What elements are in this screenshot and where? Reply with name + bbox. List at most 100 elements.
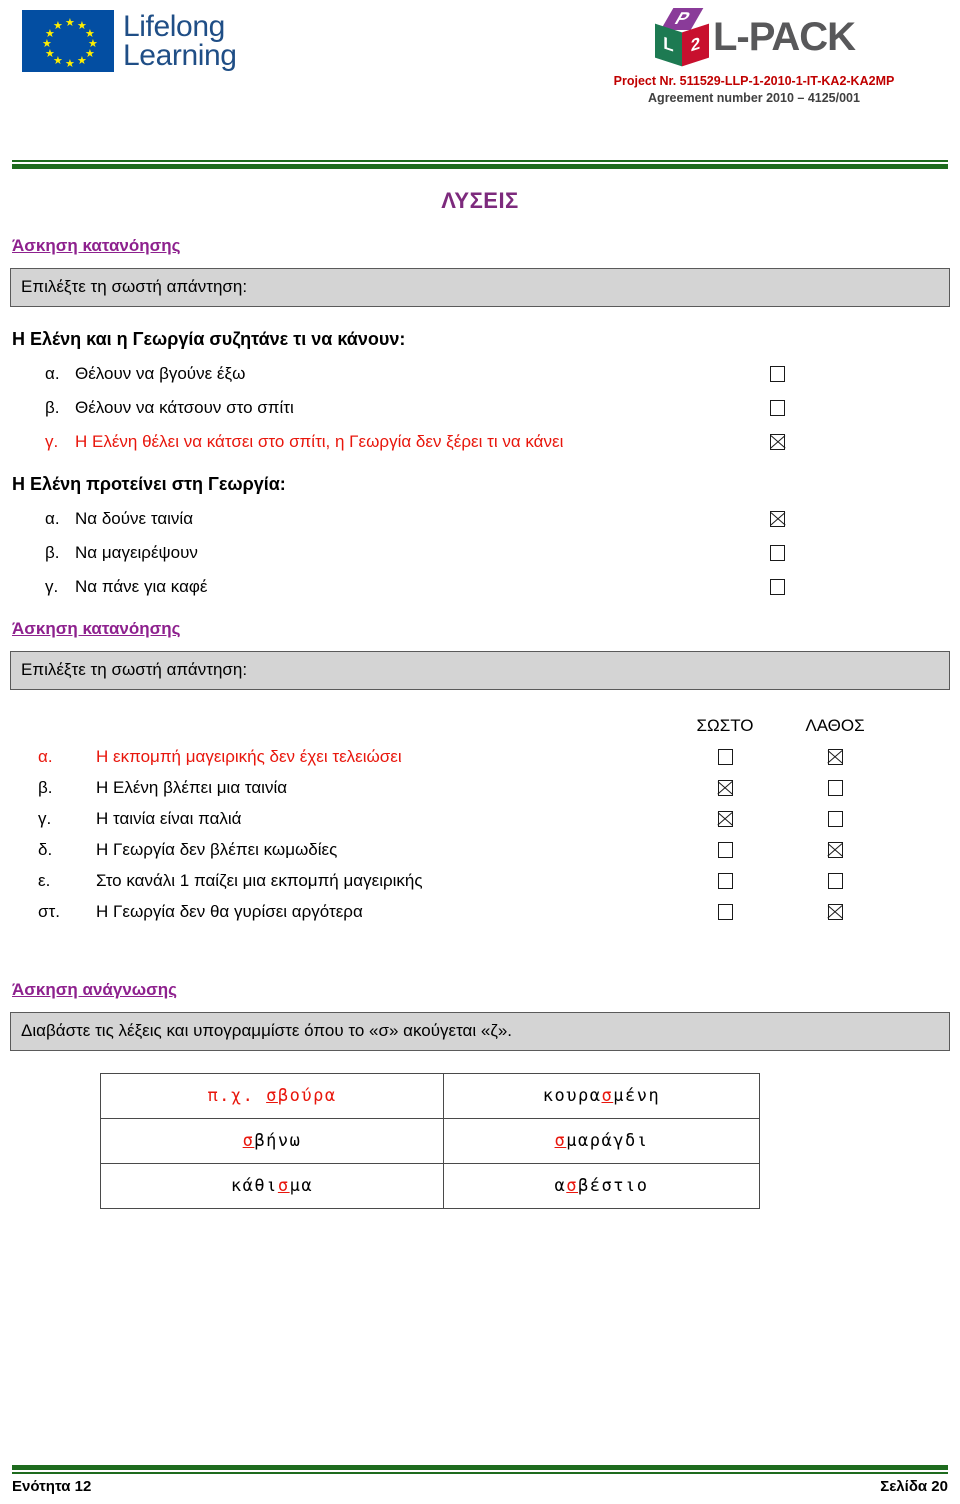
option-text: Θέλουν να κάτσουν στο σπίτι: [75, 398, 294, 417]
option-checkbox-cell[interactable]: [770, 511, 840, 527]
row-text: Η ταινία είναι παλιά: [96, 809, 242, 828]
row-text: Η Γεωργία δεν θα γυρίσει αργότερα: [96, 902, 363, 921]
option-checkbox-cell[interactable]: [770, 545, 840, 561]
table-row: π.χ. σβούρα κουρα σ μένη: [100, 1073, 760, 1119]
cube-face-left: L: [654, 23, 682, 67]
word-table: π.χ. σβούρα κουρασμένη σβήνω σμαράγδι κά…: [100, 1073, 760, 1209]
checkbox-checked-icon[interactable]: [770, 511, 785, 527]
option-checkbox-cell[interactable]: [770, 400, 840, 416]
lifelong-learning-logo: ★ ★ ★ ★ ★ ★ ★ ★ ★ ★ ★ ★ Lifelong Learnin…: [22, 10, 237, 72]
true-checkbox-cell[interactable]: [670, 842, 780, 858]
true-checkbox-cell[interactable]: [670, 873, 780, 889]
row-text: Η Γεωργία δεν βλέπει κωμωδίες: [96, 840, 338, 859]
word-suffix: μένη: [613, 1086, 661, 1106]
checkbox-icon[interactable]: [770, 366, 785, 382]
checkbox-icon[interactable]: [770, 545, 785, 561]
column-header-true: ΣΩΣΤΟ: [696, 716, 754, 735]
column-header-false: ΛΑΘΟΣ: [805, 716, 865, 735]
question2-options: α. Να δούνε ταινία β. Να μαγειρέψουν γ. …: [0, 509, 960, 597]
word-suffix: βούρα: [277, 1086, 337, 1106]
true-checkbox-cell[interactable]: [670, 811, 780, 827]
option-row[interactable]: β. Να μαγειρέψουν: [0, 543, 960, 563]
checkbox-icon[interactable]: [717, 842, 733, 858]
option-row[interactable]: γ. Η Ελένη θέλει να κάτσει στο σπίτι, η …: [0, 432, 960, 452]
word-highlight: σ: [266, 1086, 278, 1106]
checkbox-icon[interactable]: [717, 904, 733, 920]
agreement-number: Agreement number 2010 – 4125/001: [648, 91, 860, 105]
footer-unit: Ενότητα 12: [12, 1478, 92, 1495]
option-checkbox-cell[interactable]: [770, 579, 840, 595]
lpack-wordmark: L-PACK: [712, 14, 856, 59]
word-prefix: κάθι: [230, 1176, 278, 1196]
false-checkbox-cell[interactable]: [780, 780, 890, 796]
checkbox-checked-icon[interactable]: [717, 780, 733, 796]
checkbox-icon[interactable]: [717, 873, 733, 889]
option-letter: γ.: [45, 577, 59, 596]
exercise2-instruction: Επιλέξτε τη σωστή απάντηση:: [10, 651, 950, 690]
table-row[interactable]: δ. Η Γεωργία δεν βλέπει κωμωδίες: [0, 840, 960, 860]
table-row[interactable]: ε. Στο κανάλι 1 παίζει μια εκπομπή μαγει…: [0, 871, 960, 891]
option-letter: α.: [45, 364, 60, 383]
option-text: Να μαγειρέψουν: [75, 543, 198, 562]
false-checkbox-cell[interactable]: [780, 842, 890, 858]
table-row[interactable]: στ. Η Γεωργία δεν θα γυρίσει αργότερα: [0, 902, 960, 922]
lpack-logo: P L 2 L-PACK: [574, 6, 934, 68]
checkbox-icon[interactable]: [770, 579, 785, 595]
checkbox-icon[interactable]: [827, 780, 843, 796]
word-cell: κάθισμα: [100, 1163, 444, 1209]
lpack-branding: P L 2 L-PACK Project Nr. 511529-LLP-1-20…: [574, 6, 934, 105]
exercise3-heading: Άσκηση ανάγνωσης: [12, 980, 177, 999]
false-checkbox-cell[interactable]: [780, 749, 890, 765]
true-checkbox-cell[interactable]: [670, 780, 780, 796]
checkbox-icon[interactable]: [717, 749, 733, 765]
project-number: Project Nr. 511529-LLP-1-2010-1-IT-KA2-K…: [613, 74, 895, 88]
option-checkbox-cell[interactable]: [770, 434, 840, 450]
false-checkbox-cell[interactable]: [780, 873, 890, 889]
checkbox-icon[interactable]: [827, 873, 843, 889]
option-row[interactable]: γ. Να πάνε για καφέ: [0, 577, 960, 597]
header-divider-rule: [12, 160, 948, 169]
table-row[interactable]: γ. Η ταινία είναι παλιά: [0, 809, 960, 829]
true-checkbox-cell[interactable]: [670, 749, 780, 765]
row-letter: β.: [38, 778, 53, 797]
exercise2-heading: Άσκηση κατανόησης: [12, 619, 181, 638]
checkbox-checked-icon[interactable]: [717, 811, 733, 827]
row-letter: ε.: [38, 871, 51, 890]
word-cell: σμαράγδι: [443, 1118, 760, 1164]
false-checkbox-cell[interactable]: [780, 904, 890, 920]
word-highlight: σ: [242, 1131, 255, 1151]
option-letter: β.: [45, 543, 60, 562]
option-row[interactable]: α. Θέλουν να βγούνε έξω: [0, 364, 960, 384]
checkbox-checked-icon[interactable]: [770, 434, 785, 450]
word-cell: π.χ. σβούρα: [100, 1073, 444, 1119]
page-title: ΛΥΣΕΙΣ: [441, 188, 519, 213]
option-text: Η Ελένη θέλει να κάτσει στο σπίτι, η Γεω…: [75, 432, 564, 451]
word-prefix: κουρα: [542, 1086, 602, 1106]
checkbox-icon[interactable]: [827, 811, 843, 827]
row-text: Η Ελένη βλέπει μια ταινία: [96, 778, 288, 797]
checkbox-checked-icon[interactable]: [827, 749, 843, 765]
lpack-cube-icon: P L 2: [653, 8, 711, 67]
false-checkbox-cell[interactable]: [780, 811, 890, 827]
table-row: κάθισμα ασβέστιο: [100, 1163, 760, 1209]
option-row[interactable]: α. Να δούνε ταινία: [0, 509, 960, 529]
row-letter: γ.: [38, 809, 52, 828]
row-letter: στ.: [38, 902, 60, 921]
checkbox-checked-icon[interactable]: [827, 842, 843, 858]
true-checkbox-cell[interactable]: [670, 904, 780, 920]
word-cell: ασβέστιο: [443, 1163, 760, 1209]
table-row[interactable]: α. Η εκπομπή μαγειρικής δεν έχει τελειώσ…: [0, 747, 960, 767]
truefalse-column-headers: ΣΩΣΤΟ ΛΑΘΟΣ: [0, 716, 960, 736]
word-prefix: π.χ.: [207, 1086, 267, 1106]
table-row[interactable]: β. Η Ελένη βλέπει μια ταινία: [0, 778, 960, 798]
checkbox-checked-icon[interactable]: [827, 904, 843, 920]
option-checkbox-cell[interactable]: [770, 366, 840, 382]
word-suffix: μα: [289, 1176, 314, 1196]
checkbox-icon[interactable]: [770, 400, 785, 416]
word-highlight: σ: [554, 1131, 567, 1151]
row-text: Στο κανάλι 1 παίζει μια εκπομπή μαγειρικ…: [96, 871, 423, 890]
cube-face-right: 2: [681, 23, 709, 67]
exercise3-instruction: Διαβάστε τις λέξεις και υπογραμμίστε όπο…: [10, 1012, 950, 1051]
option-row[interactable]: β. Θέλουν να κάτσουν στο σπίτι: [0, 398, 960, 418]
row-text: Η εκπομπή μαγειρικής δεν έχει τελειώσει: [96, 747, 402, 766]
